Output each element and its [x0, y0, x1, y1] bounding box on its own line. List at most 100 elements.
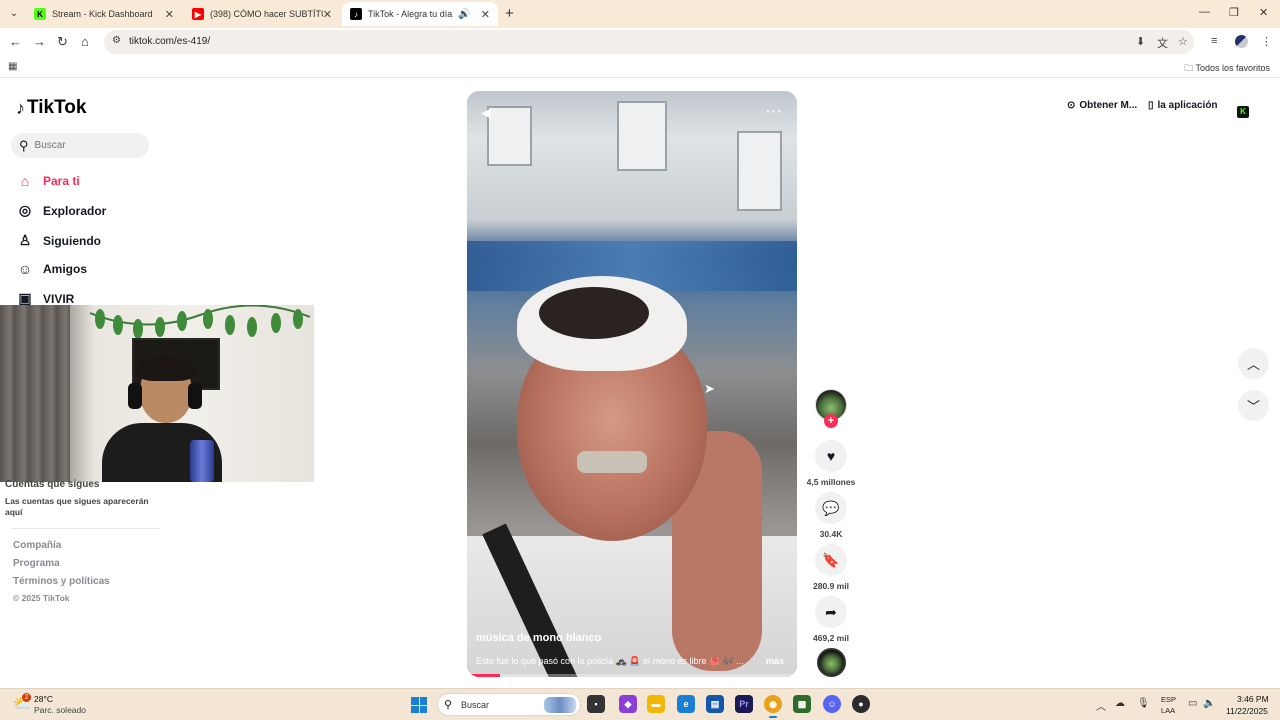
nav-label: VIVIR	[43, 291, 75, 306]
get-app-button[interactable]: ▯ la aplicación	[1148, 100, 1218, 111]
kick-extension-icon[interactable]: K	[1237, 106, 1249, 118]
nav-item-siguiendo[interactable]: ♙ Siguiendo	[16, 232, 101, 249]
search-box[interactable]: ⚲	[11, 133, 149, 158]
search-icon: ⚲	[444, 699, 453, 711]
video-progress-bar[interactable]	[467, 674, 797, 677]
tray-overflow-icon[interactable]: ︿	[1096, 698, 1106, 713]
footer-link-programa[interactable]: Programa	[13, 558, 60, 569]
back-icon[interactable]: ←	[9, 34, 22, 49]
tab-search-chevron-icon[interactable]: ⌄	[6, 6, 22, 22]
video-description: Esto fue lo que pasó con la policía 🚓 🚨 …	[476, 656, 744, 666]
minecraft-icon[interactable]: ▩	[793, 695, 811, 713]
more-options-icon[interactable]: ···	[766, 103, 783, 119]
microphone-icon[interactable]: 🎙	[1137, 698, 1150, 709]
weather-desc[interactable]: Parc. soleado	[34, 705, 86, 715]
footer-link-compania[interactable]: Compañía	[13, 540, 61, 551]
all-bookmarks-folder[interactable]: 🗀 Todos los favoritos	[1184, 61, 1270, 77]
bookmarks-folder-label: Todos los favoritos	[1195, 63, 1270, 73]
nav-item-explorador[interactable]: ◎ Explorador	[16, 202, 106, 219]
logo-text: TikTok	[27, 97, 87, 118]
nav-label: Explorador	[43, 203, 107, 218]
minimize-icon[interactable]: —	[1199, 6, 1210, 18]
tab-title: Stream - Kick Dashboard	[52, 9, 153, 19]
close-tab-icon[interactable]: ✕	[165, 8, 174, 21]
previous-video-button[interactable]: ︿	[1238, 348, 1269, 379]
bookmark-icon: 🔖	[822, 551, 840, 568]
search-input[interactable]	[34, 140, 135, 151]
windows-taskbar: ⛅ 2 28°C Parc. soleado ⚲ Buscar ▪ ◆ ▬ e …	[0, 688, 1280, 720]
windows-start-icon[interactable]	[411, 697, 427, 713]
close-window-icon[interactable]: ✕	[1259, 6, 1268, 19]
site-info-icon[interactable]: ⚙	[112, 35, 121, 46]
speaker-icon[interactable]: 🔊	[458, 9, 470, 20]
premiere-icon[interactable]: Pr	[735, 695, 753, 713]
store-icon[interactable]: ▤	[706, 695, 724, 713]
display-icon[interactable]: ▭	[1188, 698, 1197, 709]
install-app-icon[interactable]: ⬇	[1136, 35, 1145, 48]
clock-date[interactable]: 11/22/2025	[1226, 706, 1268, 716]
language-indicator[interactable]: ESP	[1161, 695, 1176, 704]
footer-link-terminos[interactable]: Términos y políticas	[13, 576, 110, 587]
network-icon[interactable]: ☁	[1115, 698, 1125, 709]
apps-grid-icon[interactable]: ▦	[8, 61, 17, 72]
save-button[interactable]: 🔖	[815, 544, 847, 576]
nav-item-para-ti[interactable]: ⌂ Para ti	[16, 173, 80, 189]
tab-tiktok[interactable]: ♪ TikTok - Alegra tu día 🔊 ✕	[342, 2, 498, 26]
address-bar[interactable]: ⚙ tiktok.com/es-419/ ⬇ 文 ☆	[104, 30, 1194, 54]
reading-list-icon[interactable]: ≡	[1211, 35, 1217, 47]
restore-icon[interactable]: ❐	[1229, 6, 1239, 19]
url-text[interactable]: tiktok.com/es-419/	[129, 36, 210, 47]
home-icon[interactable]: ⌂	[81, 34, 89, 49]
tiktok-icon: ♪	[350, 8, 362, 20]
heart-icon: ♥	[826, 448, 836, 464]
tab-kick-dashboard[interactable]: K Stream - Kick Dashboard ✕	[26, 2, 182, 26]
close-tab-icon[interactable]: ✕	[323, 8, 332, 21]
file-explorer-icon[interactable]: ▬	[647, 695, 665, 713]
next-video-button[interactable]: ﹀	[1238, 390, 1269, 421]
new-tab-button[interactable]: +	[505, 5, 514, 22]
task-view-icon[interactable]: ▪	[587, 695, 605, 713]
get-coins-button[interactable]: ⊙ Obtener M...	[1067, 100, 1137, 111]
reload-icon[interactable]: ↻	[57, 34, 68, 50]
music-disc[interactable]	[817, 648, 846, 677]
music-title[interactable]: música de mono blanco	[476, 632, 601, 644]
comment-button[interactable]: 💬	[815, 492, 847, 524]
webcam-overlay	[0, 305, 314, 482]
menu-dots-icon[interactable]: ⋮	[1261, 35, 1272, 48]
translate-icon[interactable]: 文	[1157, 35, 1168, 51]
clock-time[interactable]: 3:46 PM	[1237, 694, 1269, 704]
like-button[interactable]: ♥	[815, 440, 847, 472]
close-tab-icon[interactable]: ✕	[481, 8, 490, 21]
chrome-icon[interactable]: ◉	[764, 695, 782, 718]
taskbar-search[interactable]: ⚲ Buscar	[437, 693, 581, 716]
search-highlight-art	[544, 697, 576, 713]
forward-icon[interactable]: →	[33, 34, 46, 49]
bookmark-star-icon[interactable]: ☆	[1178, 35, 1188, 48]
nav-item-amigos[interactable]: ☺ Amigos	[16, 261, 87, 277]
taskbar-search-label: Buscar	[461, 700, 490, 710]
video-player[interactable]: ◀ ··· música de mono blanco Esto fue lo …	[467, 91, 797, 677]
speaker-icon[interactable]: 🔈	[1203, 698, 1215, 709]
profile-avatar[interactable]	[1235, 35, 1248, 48]
tab-youtube[interactable]: ▶ (398) CÓMO hacer SUBTÍTULOS ✕	[184, 2, 340, 26]
streamer-hair	[137, 357, 195, 381]
weather-badge: 2	[22, 693, 31, 702]
bookmarks-bar: ▦ 🗀 Todos los favoritos	[0, 56, 1280, 78]
volume-icon[interactable]: ◀	[481, 105, 491, 121]
home-icon: ⌂	[20, 173, 30, 189]
share-button[interactable]: ➦	[815, 596, 847, 628]
more-link[interactable]: más	[766, 656, 784, 666]
discord-icon[interactable]: ☺	[823, 695, 841, 713]
edge-icon[interactable]: e	[677, 695, 695, 713]
tiktok-logo[interactable]: ♪ TikTok	[16, 97, 86, 119]
obs-icon[interactable]: ●	[852, 695, 870, 713]
follow-plus-icon[interactable]: +	[824, 414, 838, 428]
keyboard-layout[interactable]: LAA	[1161, 706, 1175, 715]
tiktok-note-icon: ♪	[16, 97, 25, 118]
weather-temp[interactable]: 28°C	[34, 694, 53, 704]
comment-count: 30.4K	[819, 529, 843, 539]
widgets-app-icon[interactable]: ◆	[619, 695, 637, 713]
nav-label: Siguiendo	[43, 233, 101, 248]
grillz	[577, 451, 647, 473]
user-follow-icon: ♙	[18, 232, 32, 248]
